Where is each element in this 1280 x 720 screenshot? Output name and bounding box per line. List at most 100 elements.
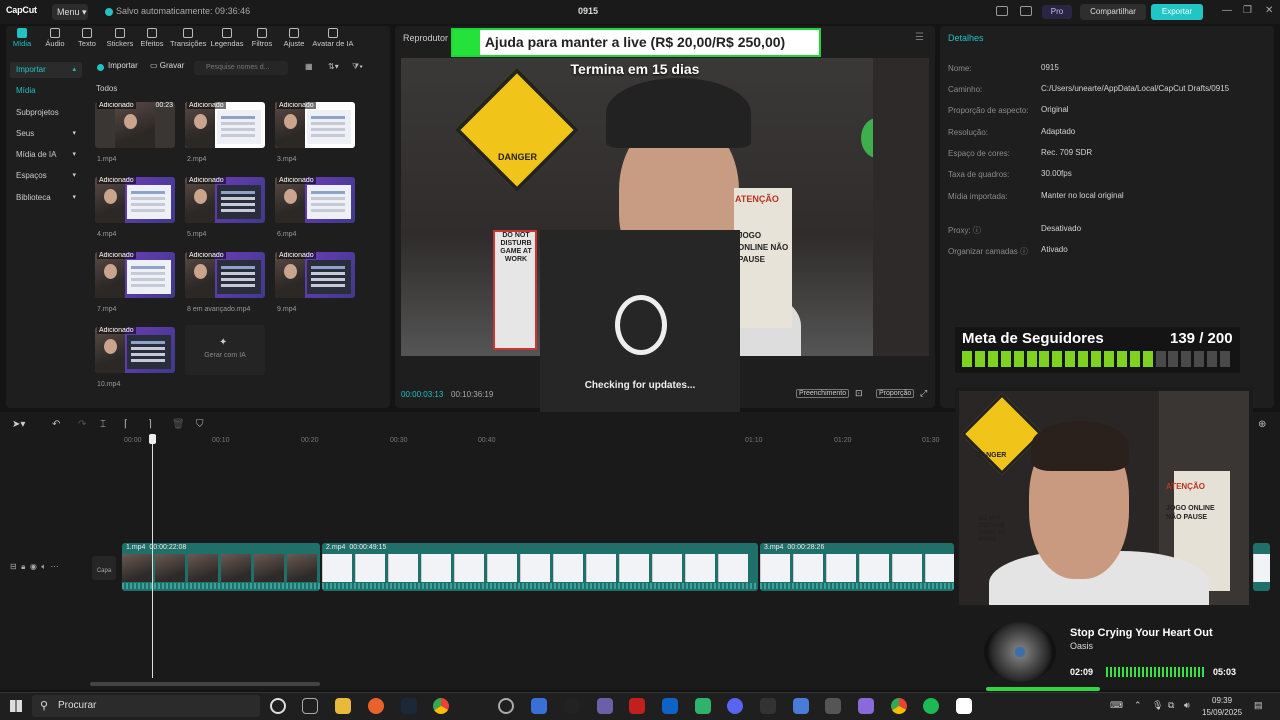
undo-icon[interactable]: ↶ <box>52 419 60 430</box>
sidebar-item-yours[interactable]: Seus ▾ <box>10 126 82 142</box>
app-ring-icon[interactable] <box>498 698 514 714</box>
capcut-taskbar-icon[interactable] <box>956 698 972 714</box>
media-thumb-7[interactable]: Adicionado <box>95 252 175 298</box>
tab-transitions[interactable]: Transições <box>170 28 206 48</box>
fullscreen-icon[interactable]: ⤢ <box>920 388 927 399</box>
tab-audio[interactable]: Áudio <box>44 28 66 48</box>
tab-captions[interactable]: Legendas <box>210 28 244 48</box>
sort-icon[interactable]: ⇅▾ <box>328 62 339 71</box>
generate-ai-button[interactable] <box>185 325 265 375</box>
taskbar-search[interactable]: Procurar <box>32 695 260 717</box>
file-explorer-icon[interactable] <box>335 698 351 714</box>
timeline-clip-4[interactable] <box>1253 543 1270 591</box>
maximize-icon[interactable]: ❐ <box>1243 5 1252 16</box>
split-icon[interactable]: ⌶ <box>100 419 106 430</box>
tab-adjust[interactable]: Ajuste <box>282 28 306 48</box>
import-button[interactable]: Importar <box>108 61 138 70</box>
sidebar-item-ai-media[interactable]: Mídia de IA ▾ <box>10 147 82 163</box>
time-tick: 00:10 <box>212 437 230 444</box>
cortana-icon[interactable] <box>270 698 286 714</box>
trim-right-icon[interactable]: ⌉ <box>148 419 152 430</box>
playhead[interactable] <box>152 434 153 678</box>
close-icon[interactable]: ✕ <box>1265 5 1273 16</box>
grid-view-icon[interactable]: ▦ <box>305 62 313 71</box>
record-button[interactable]: ▭ Gravar <box>150 61 184 70</box>
tab-filters[interactable]: Filtros <box>250 28 274 48</box>
app-red-icon[interactable] <box>629 698 645 714</box>
notifications-icon[interactable]: ▤ <box>1254 700 1263 711</box>
ratio-button[interactable]: Proporção <box>876 389 915 398</box>
app-purple-icon[interactable] <box>597 698 613 714</box>
outlook-icon[interactable] <box>662 698 678 714</box>
visibility-icon[interactable]: ◉ <box>30 562 37 571</box>
sidebar-item-import[interactable]: Importar ▴ <box>10 62 82 78</box>
trim-left-icon[interactable]: ⌈ <box>124 419 128 430</box>
media-thumb-8[interactable]: Adicionado <box>185 252 265 298</box>
firefox-icon[interactable] <box>368 698 384 714</box>
task-view-icon[interactable] <box>302 698 318 714</box>
minimize-icon[interactable]: — <box>1222 5 1232 16</box>
share-button[interactable]: Compartilhar <box>1080 4 1146 20</box>
app-gray-icon[interactable] <box>825 698 841 714</box>
app-diamond-icon[interactable] <box>793 698 809 714</box>
media-thumb-3[interactable]: Adicionado <box>275 102 355 148</box>
layout-icon[interactable] <box>996 6 1008 16</box>
discord-icon[interactable] <box>727 698 743 714</box>
playhead-handle[interactable] <box>149 434 156 444</box>
app-violet-icon[interactable] <box>858 698 874 714</box>
tab-text[interactable]: Texto <box>76 28 98 48</box>
export-button[interactable]: Exportar <box>1151 4 1203 20</box>
timeline-scrollbar[interactable] <box>90 682 320 686</box>
media-thumb-10[interactable]: Adicionado <box>95 327 175 373</box>
media-thumb-6[interactable]: Adicionado <box>275 177 355 223</box>
cover-button[interactable]: Capa <box>92 556 116 580</box>
tray-chevron-icon[interactable]: ⌃ <box>1134 700 1142 711</box>
timeline-clip-2[interactable]: 2.mp4 00:00:49:15 <box>322 543 758 591</box>
menu-button[interactable]: Menu ▾ <box>52 4 88 20</box>
media-thumb-2[interactable]: Adicionado <box>185 102 265 148</box>
track-toggle-icon[interactable]: ⊟ <box>10 562 17 571</box>
steam-icon[interactable] <box>401 698 417 714</box>
sidebar-item-spaces[interactable]: Espaços ▾ <box>10 168 82 184</box>
media-search-input[interactable]: Pesquise nomes d... <box>194 61 288 75</box>
select-tool-icon[interactable]: ➤▾ <box>12 419 25 430</box>
app-dark-icon[interactable] <box>564 698 580 714</box>
filter-icon[interactable]: ⧩▾ <box>352 62 363 72</box>
redo-icon[interactable]: ↷ <box>78 419 86 430</box>
microphone-icon[interactable]: 🎙︎ <box>1152 700 1163 711</box>
sidebar-item-subprojects[interactable]: Subprojetos <box>10 105 82 121</box>
tab-stickers[interactable]: Stickers <box>106 28 134 48</box>
marker-icon[interactable]: ⛉ <box>196 419 204 430</box>
audio-waveform <box>760 583 954 589</box>
fill-button[interactable]: Preenchimento <box>796 389 850 398</box>
media-thumb-5[interactable]: Adicionado <box>185 177 265 223</box>
media-thumb-4[interactable]: Adicionado <box>95 177 175 223</box>
delete-icon[interactable]: 🗑 <box>172 419 185 430</box>
media-thumb-1[interactable]: Adicionado 00:23 <box>95 102 175 148</box>
player-menu-icon[interactable]: ☰ <box>915 32 924 43</box>
chrome-profile-icon[interactable] <box>891 698 907 714</box>
list-icon[interactable] <box>1020 6 1032 16</box>
media-thumb-9[interactable]: Adicionado <box>275 252 355 298</box>
tab-media[interactable]: Mídia <box>12 28 32 48</box>
sidebar-item-library[interactable]: Biblioteca ▾ <box>10 190 82 206</box>
pro-badge[interactable]: Pro <box>1042 5 1072 19</box>
chrome-icon[interactable] <box>433 698 449 714</box>
keyboard-icon[interactable]: ⌨ <box>1110 700 1123 711</box>
lock-icon[interactable]: 🔒︎ <box>21 562 25 571</box>
timeline-clip-3[interactable]: 3.mp4 00:00:28:26 <box>760 543 954 591</box>
audio-mute-icon[interactable]: 🔈︎ <box>41 562 46 571</box>
more-icon[interactable]: ⋯ <box>51 562 59 571</box>
sidebar-item-media[interactable]: Mídia <box>10 83 82 99</box>
zoom-in-icon[interactable]: ⊕ <box>1258 419 1266 430</box>
zoom-fit-icon[interactable]: ⊡ <box>855 388 863 399</box>
network-icon[interactable]: ⧉ <box>1168 700 1174 711</box>
tab-effects[interactable]: Efeitos <box>139 28 165 48</box>
tab-ai-avatar[interactable]: Avatar de IA <box>312 28 354 48</box>
app-green-icon[interactable] <box>695 698 711 714</box>
volume-icon[interactable]: 🔊︎ <box>1184 700 1190 711</box>
spotify-icon[interactable] <box>923 698 939 714</box>
app-blue-icon[interactable] <box>531 698 547 714</box>
windows-start-icon[interactable] <box>10 700 22 712</box>
epic-games-icon[interactable] <box>760 698 776 714</box>
